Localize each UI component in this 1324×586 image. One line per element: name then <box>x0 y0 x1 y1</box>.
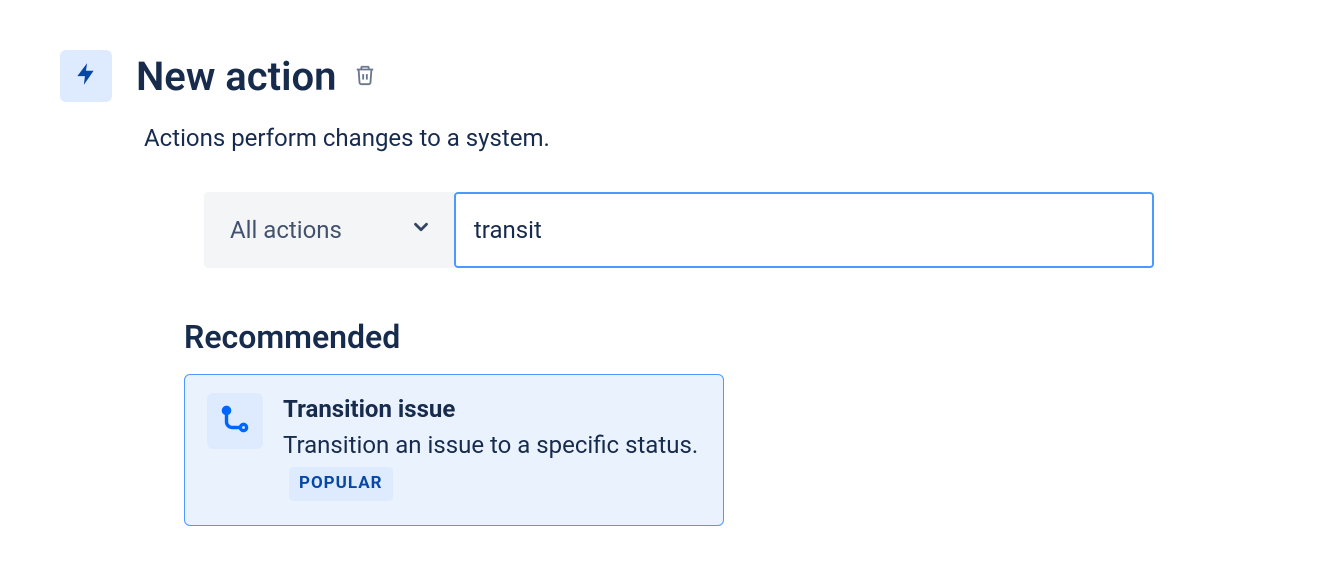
dropdown-label: All actions <box>230 216 342 244</box>
page-subtitle: Actions perform changes to a system. <box>144 124 1264 152</box>
section-heading: Recommended <box>184 318 1264 356</box>
header-row: New action <box>60 50 1264 102</box>
result-card-transition-issue[interactable]: Transition issue Transition an issue to … <box>184 374 724 526</box>
chevron-down-icon <box>410 216 432 244</box>
category-dropdown[interactable]: All actions <box>204 192 454 268</box>
filter-row: All actions <box>204 192 1264 268</box>
popular-badge: POPULAR <box>289 467 393 501</box>
transition-icon <box>218 402 252 440</box>
trash-icon <box>354 62 376 91</box>
card-desc-text: Transition an issue to a specific status… <box>283 431 698 459</box>
card-title: Transition issue <box>283 395 701 423</box>
delete-button[interactable] <box>350 58 380 95</box>
search-input[interactable] <box>454 192 1154 268</box>
action-icon-box <box>60 50 112 102</box>
card-description: Transition an issue to a specific status… <box>283 427 701 501</box>
card-icon-box <box>207 393 263 449</box>
title-wrap: New action <box>136 53 380 100</box>
page-title: New action <box>136 53 336 100</box>
card-body: Transition issue Transition an issue to … <box>283 393 701 501</box>
lightning-icon <box>73 58 99 94</box>
